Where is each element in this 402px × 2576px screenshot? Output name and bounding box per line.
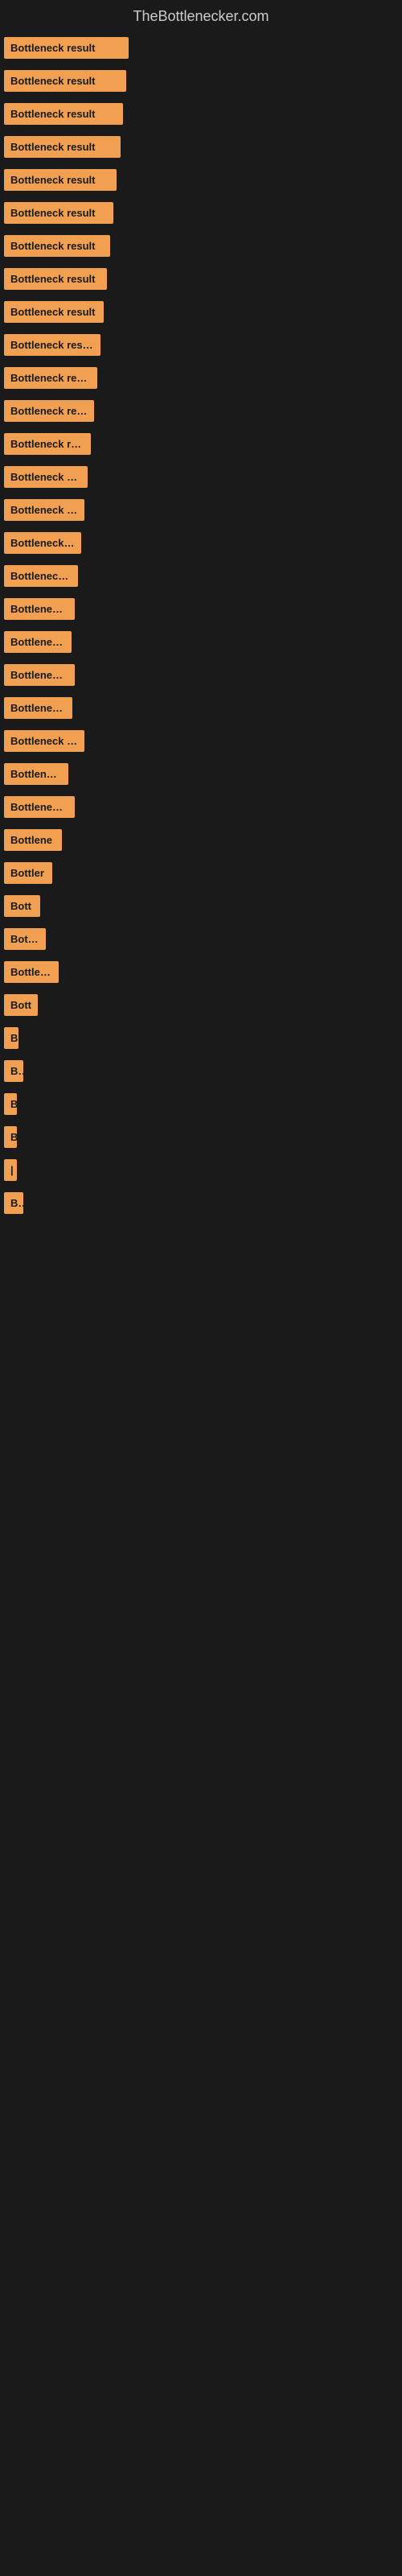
bottleneck-bar: Bottleneck result xyxy=(4,301,104,323)
list-item: Bottleneck result xyxy=(4,37,398,59)
bottleneck-bar: Bottleneck result xyxy=(4,169,117,191)
list-item: Bottleneck result xyxy=(4,334,398,356)
list-item: Bottlenec xyxy=(4,961,398,983)
bottleneck-bar: Bo xyxy=(4,1060,23,1082)
bottleneck-bar: Bottleneck resu xyxy=(4,796,75,818)
bottleneck-bar: Bottleneck result xyxy=(4,235,110,257)
bottleneck-bar: Bottleneck resu xyxy=(4,598,75,620)
bottleneck-bar: Bottleneck result xyxy=(4,136,121,158)
bottleneck-bar: Bottlenec xyxy=(4,961,59,983)
bottleneck-bar: Bottle xyxy=(4,928,46,950)
bottleneck-bar: B xyxy=(4,1126,17,1148)
bottleneck-bar: Bottleneck result xyxy=(4,103,123,125)
bottleneck-bar: Bottleneck result xyxy=(4,70,126,92)
bottleneck-bar: Bottleneck result xyxy=(4,268,107,290)
bottleneck-bar: Bottleneck result xyxy=(4,367,97,389)
bottleneck-bar: Bottleneck result xyxy=(4,532,81,554)
list-item: B xyxy=(4,1126,398,1148)
bottleneck-bar: Bottleneck res xyxy=(4,697,72,719)
bottleneck-bar: Bott xyxy=(4,895,40,917)
list-item: B xyxy=(4,1093,398,1115)
list-item: Bottleneck result xyxy=(4,268,398,290)
list-item: Bott xyxy=(4,994,398,1016)
bottleneck-bar: Bottleneck r xyxy=(4,763,68,785)
list-item: Bo xyxy=(4,1060,398,1082)
list-item: Bottleneck result xyxy=(4,499,398,521)
list-item: Bottleneck result xyxy=(4,433,398,455)
bottleneck-bar: Bo xyxy=(4,1192,23,1214)
list-item: Bottleneck result xyxy=(4,202,398,224)
list-item: Bottle xyxy=(4,928,398,950)
bottleneck-bar: B xyxy=(4,1093,17,1115)
bottleneck-bar: Bottleneck resu xyxy=(4,664,75,686)
list-item: Bottleneck result xyxy=(4,70,398,92)
bottleneck-bar: Bottleneck result xyxy=(4,466,88,488)
list-item: Bottleneck resu xyxy=(4,664,398,686)
list-item: | xyxy=(4,1159,398,1181)
list-item: Bottleneck result xyxy=(4,367,398,389)
list-item: Bottleneck r xyxy=(4,763,398,785)
bottleneck-container: Bottleneck result Bottleneck result Bottle… xyxy=(0,37,402,1225)
list-item: Bottlene xyxy=(4,829,398,851)
bottleneck-bar: Bottlene xyxy=(4,829,62,851)
list-item: Bottleneck result xyxy=(4,565,398,587)
bottleneck-bar: Bottleneck result xyxy=(4,433,91,455)
list-item: Bottler xyxy=(4,862,398,884)
list-item: Bo xyxy=(4,1192,398,1214)
list-item: Bottleneck resu xyxy=(4,598,398,620)
list-item: Bottleneck result xyxy=(4,466,398,488)
list-item: Bottleneck resu xyxy=(4,796,398,818)
list-item: Bott xyxy=(4,895,398,917)
bottleneck-bar: Bottleneck result xyxy=(4,499,84,521)
list-item: Bottleneck result xyxy=(4,301,398,323)
bottleneck-bar: Bottleneck result xyxy=(4,202,113,224)
bottleneck-bar: | xyxy=(4,1159,17,1181)
site-title: TheBottlenecker.com xyxy=(0,0,402,37)
bottleneck-bar: Bottleneck result xyxy=(4,334,100,356)
list-item: Bottleneck result xyxy=(4,103,398,125)
list-item: Bottleneck re xyxy=(4,631,398,653)
bottleneck-bar: B xyxy=(4,1027,18,1049)
list-item: Bottleneck result xyxy=(4,400,398,422)
list-item: Bottleneck result xyxy=(4,235,398,257)
list-item: Bottleneck result xyxy=(4,730,398,752)
list-item: Bottleneck result xyxy=(4,532,398,554)
bottleneck-bar: Bottler xyxy=(4,862,52,884)
bottleneck-bar: Bottleneck result xyxy=(4,400,94,422)
list-item: Bottleneck result xyxy=(4,136,398,158)
list-item: Bottleneck result xyxy=(4,169,398,191)
bottleneck-bar: Bottleneck result xyxy=(4,37,129,59)
bottleneck-bar: Bottleneck re xyxy=(4,631,72,653)
list-item: B xyxy=(4,1027,398,1049)
bottleneck-bar: Bott xyxy=(4,994,38,1016)
bottleneck-bar: Bottleneck result xyxy=(4,565,78,587)
bottleneck-bar: Bottleneck result xyxy=(4,730,84,752)
list-item: Bottleneck res xyxy=(4,697,398,719)
